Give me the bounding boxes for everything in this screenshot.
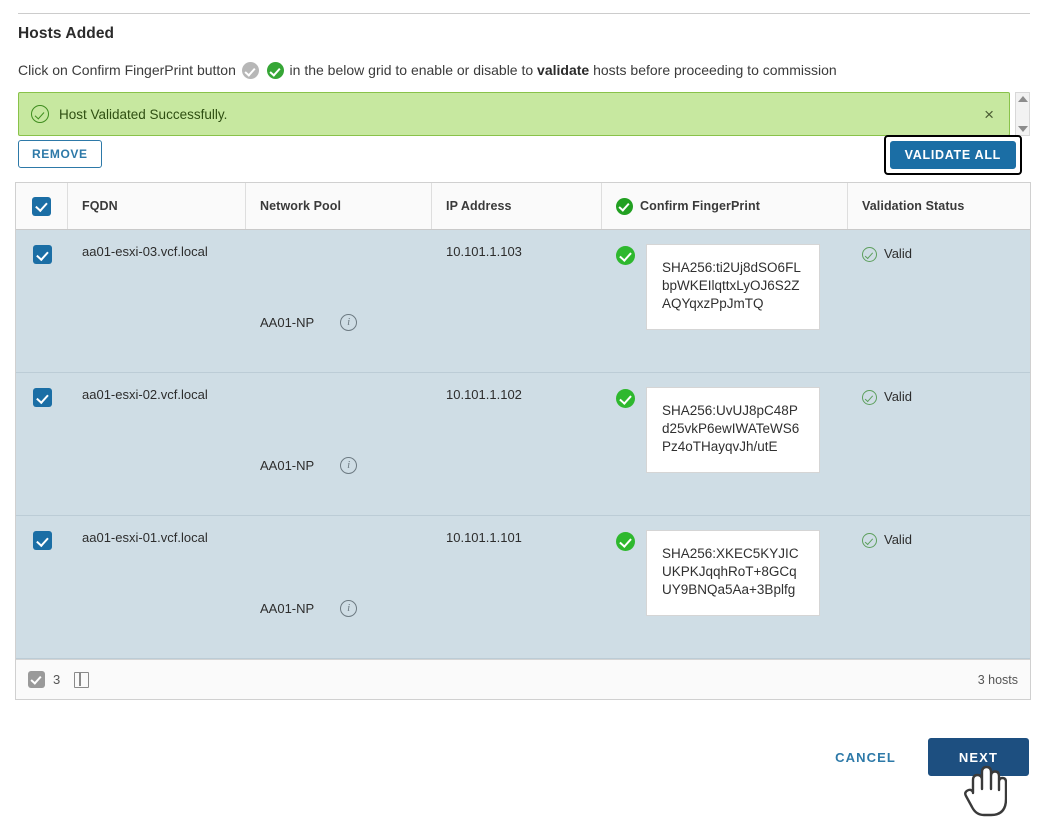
cancel-button[interactable]: CANCEL <box>821 742 910 773</box>
alert-region: Host Validated Successfully. × <box>18 92 1030 136</box>
cell-validation-status: Valid <box>848 516 1030 658</box>
cell-confirm-fingerprint: SHA256:XKEC5KYJICUKPKJqqhRoT+8GCqUY9BNQa… <box>602 516 848 658</box>
cell-ip-address: 10.101.1.102 <box>432 373 602 515</box>
fingerprint-value: SHA256:ti2Uj8dSO6FLbpWKEIlqttxLyOJ6S2ZAQ… <box>646 244 820 330</box>
instruction-emphasis: validate <box>537 62 589 78</box>
success-check-icon <box>31 105 49 123</box>
table-row[interactable]: aa01-esxi-01.vcf.local AA01-NP i 10.101.… <box>16 516 1030 659</box>
cell-fqdn: aa01-esxi-03.vcf.local <box>68 230 246 372</box>
instruction-text: Click on Confirm FingerPrint button in t… <box>18 61 837 79</box>
column-header-network-pool[interactable]: Network Pool <box>246 183 432 229</box>
next-button[interactable]: NEXT <box>928 738 1029 776</box>
success-alert: Host Validated Successfully. × <box>18 92 1010 136</box>
section-divider <box>18 13 1030 14</box>
hosts-added-page: Hosts Added Click on Confirm FingerPrint… <box>0 0 1047 825</box>
row-checkbox[interactable] <box>33 388 52 407</box>
cell-fqdn: aa01-esxi-01.vcf.local <box>68 516 246 658</box>
column-header-fqdn[interactable]: FQDN <box>68 183 246 229</box>
valid-status-icon <box>862 390 877 405</box>
validate-all-button[interactable]: VALIDATE ALL <box>890 141 1016 169</box>
network-pool-name: AA01-NP <box>260 458 314 473</box>
cell-confirm-fingerprint: SHA256:UvUJ8pC48Pd25vkP6ewIWATeWS6Pz4oTH… <box>602 373 848 515</box>
column-header-confirm-fingerprint[interactable]: Confirm FingerPrint <box>602 183 848 229</box>
column-header-confirm-fingerprint-label: Confirm FingerPrint <box>640 199 760 213</box>
info-icon[interactable]: i <box>340 600 357 617</box>
info-icon[interactable]: i <box>340 457 357 474</box>
page-title: Hosts Added <box>18 25 114 43</box>
info-icon[interactable]: i <box>340 314 357 331</box>
table-row[interactable]: aa01-esxi-02.vcf.local AA01-NP i 10.101.… <box>16 373 1030 516</box>
network-pool-name: AA01-NP <box>260 601 314 616</box>
validate-all-focus-ring: VALIDATE ALL <box>884 135 1022 175</box>
check-circle-grey-icon <box>242 62 259 79</box>
alert-message: Host Validated Successfully. <box>59 107 981 122</box>
alert-scrollbar[interactable] <box>1015 92 1030 136</box>
cell-validation-status: Valid <box>848 230 1030 372</box>
row-select-cell <box>16 373 68 515</box>
validation-status-label: Valid <box>884 532 912 547</box>
remove-button[interactable]: REMOVE <box>18 140 102 168</box>
grid-action-bar: REMOVE VALIDATE ALL <box>18 140 1030 168</box>
column-header-ip-address[interactable]: IP Address <box>432 183 602 229</box>
scroll-down-icon[interactable] <box>1018 126 1028 132</box>
cell-ip-address: 10.101.1.103 <box>432 230 602 372</box>
scroll-up-icon[interactable] <box>1018 96 1028 102</box>
selected-count: 3 <box>53 672 60 687</box>
hosts-grid: FQDN Network Pool IP Address Confirm Fin… <box>15 182 1031 700</box>
instruction-part-2: in the below grid to enable or disable t… <box>290 62 534 78</box>
row-select-cell <box>16 516 68 658</box>
confirm-fingerprint-header-icon <box>616 198 633 215</box>
instruction-part-3: hosts before proceeding to commission <box>593 62 837 78</box>
cell-fqdn: aa01-esxi-02.vcf.local <box>68 373 246 515</box>
validation-status-label: Valid <box>884 246 912 261</box>
grid-header-row: FQDN Network Pool IP Address Confirm Fin… <box>16 183 1030 230</box>
column-picker-icon[interactable] <box>74 672 89 688</box>
network-pool-name: AA01-NP <box>260 315 314 330</box>
column-header-validation-status[interactable]: Validation Status <box>848 183 1030 229</box>
fingerprint-value: SHA256:XKEC5KYJICUKPKJqqhRoT+8GCqUY9BNQa… <box>646 530 820 616</box>
table-row[interactable]: aa01-esxi-03.vcf.local AA01-NP i 10.101.… <box>16 230 1030 373</box>
select-all-checkbox[interactable] <box>32 197 51 216</box>
select-all-header <box>16 183 68 229</box>
cell-confirm-fingerprint: SHA256:ti2Uj8dSO6FLbpWKEIlqttxLyOJ6S2ZAQ… <box>602 230 848 372</box>
total-hosts-label: 3 hosts <box>978 673 1018 687</box>
row-checkbox[interactable] <box>33 531 52 550</box>
cell-ip-address: 10.101.1.101 <box>432 516 602 658</box>
confirm-fingerprint-toggle-icon[interactable] <box>616 246 635 265</box>
cell-validation-status: Valid <box>848 373 1030 515</box>
confirm-fingerprint-toggle-icon[interactable] <box>616 389 635 408</box>
check-circle-green-icon <box>267 62 284 79</box>
row-select-cell <box>16 230 68 372</box>
close-icon[interactable]: × <box>981 106 997 123</box>
grid-footer: 3 3 hosts <box>16 659 1030 699</box>
valid-status-icon <box>862 533 877 548</box>
cell-network-pool: AA01-NP i <box>246 373 432 515</box>
validation-status-label: Valid <box>884 389 912 404</box>
instruction-part-1: Click on Confirm FingerPrint button <box>18 62 236 78</box>
cell-network-pool: AA01-NP i <box>246 230 432 372</box>
valid-status-icon <box>862 247 877 262</box>
cell-network-pool: AA01-NP i <box>246 516 432 658</box>
wizard-footer: CANCEL NEXT <box>821 738 1029 776</box>
row-checkbox[interactable] <box>33 245 52 264</box>
fingerprint-value: SHA256:UvUJ8pC48Pd25vkP6ewIWATeWS6Pz4oTH… <box>646 387 820 473</box>
footer-selection-checkbox[interactable] <box>28 671 45 688</box>
confirm-fingerprint-toggle-icon[interactable] <box>616 532 635 551</box>
